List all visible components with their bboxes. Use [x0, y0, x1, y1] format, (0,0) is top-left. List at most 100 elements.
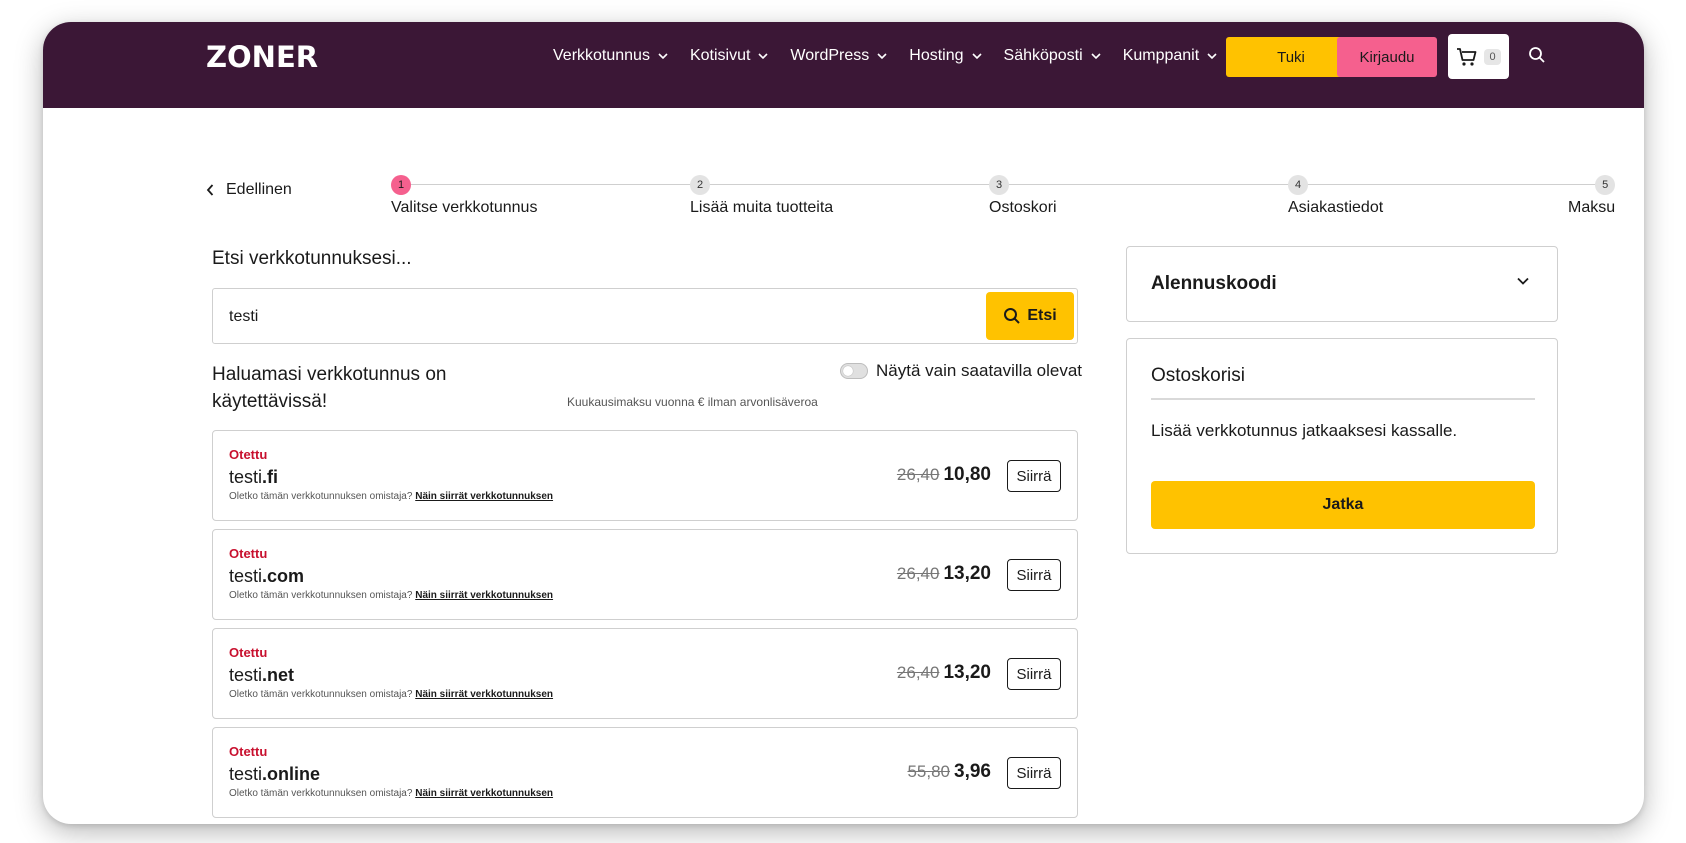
transfer-help-link[interactable]: Näin siirrät verkkotunnuksen — [415, 590, 553, 601]
main-nav: Verkkotunnus Kotisivut WordPress Hosting… — [553, 22, 1239, 90]
owner-note: Oletko tämän verkkotunnuksen omistaja? N… — [229, 590, 553, 601]
search-button-label: Etsi — [1027, 307, 1057, 324]
nav-item-kumppanit[interactable]: Kumppanit — [1123, 47, 1218, 65]
nav-item-wordpress[interactable]: WordPress — [790, 47, 887, 65]
nav-item-sahkoposti[interactable]: Sähköposti — [1004, 47, 1101, 65]
cart-button[interactable]: 0 — [1448, 34, 1509, 79]
price-block: 26,40 10,80 — [897, 464, 991, 486]
shopping-cart-card: Ostoskorisi Lisää verkkotunnus jatkaakse… — [1126, 338, 1558, 554]
nav-item-label: Verkkotunnus — [553, 47, 650, 64]
browser-window: ZONER Verkkotunnus Kotisivut WordPress H… — [43, 22, 1644, 824]
price-note: Kuukausimaksu vuonna € ilman arvonlisäve… — [567, 395, 818, 409]
availability-title: Haluamasi verkkotunnus on käytettävissä! — [212, 364, 447, 412]
available-only-toggle[interactable] — [840, 363, 868, 379]
domain-base: testi — [229, 566, 263, 586]
step-number: 4 — [1288, 175, 1308, 195]
chevron-down-icon — [1091, 52, 1101, 59]
step-number: 5 — [1595, 175, 1616, 195]
nav-item-label: Sähköposti — [1003, 47, 1083, 64]
transfer-help-link[interactable]: Näin siirrät verkkotunnuksen — [415, 788, 553, 799]
step-label: Asiakastiedot — [1288, 199, 1384, 216]
nav-item-label: Kumppanit — [1122, 47, 1200, 64]
current-price: 13,20 — [943, 563, 991, 584]
cart-count-badge: 0 — [1484, 48, 1501, 65]
search-icon — [1004, 308, 1021, 324]
transfer-button[interactable]: Siirrä — [1007, 460, 1061, 492]
domain-row: Otettu testi.fi Oletko tämän verkkotunnu… — [212, 430, 1078, 521]
owner-question: Oletko tämän verkkotunnuksen omistaja? — [229, 491, 413, 502]
chevron-down-icon — [1207, 52, 1217, 59]
step-3: 3 Ostoskori — [989, 175, 1057, 217]
shopping-cart-icon — [1457, 47, 1477, 66]
domain-row: Otettu testi.online Oletko tämän verkkot… — [212, 727, 1078, 818]
price-block: 55,80 3,96 — [907, 761, 991, 783]
status-label: Otettu — [229, 546, 268, 561]
domain-tld: .com — [262, 566, 305, 586]
chevron-down-icon — [971, 52, 982, 59]
status-label: Otettu — [229, 744, 268, 759]
cart-empty-message: Lisää verkkotunnus jatkaaksesi kassalle. — [1151, 421, 1458, 440]
current-price: 10,80 — [943, 464, 991, 485]
search-button[interactable]: Etsi — [986, 292, 1074, 340]
back-link[interactable]: Edellinen — [206, 181, 292, 199]
zoner-logo[interactable]: ZONER — [206, 40, 318, 74]
chevron-down-icon — [1517, 277, 1529, 285]
checkout-stepper: Edellinen 1 Valitse verkkotunnus 2 Lisää… — [206, 175, 1616, 235]
cart-divider — [1151, 398, 1535, 400]
status-label: Otettu — [229, 447, 268, 462]
old-price: 26,40 — [896, 564, 940, 583]
old-price: 55,80 — [907, 762, 951, 781]
owner-note: Oletko tämän verkkotunnuksen omistaja? N… — [229, 491, 553, 502]
transfer-button[interactable]: Siirrä — [1007, 559, 1061, 591]
owner-question: Oletko tämän verkkotunnuksen omistaja? — [229, 788, 413, 799]
domain-tld: .online — [262, 764, 321, 784]
step-label: Ostoskori — [989, 199, 1057, 216]
search-icon[interactable] — [1528, 46, 1546, 64]
step-5: 5 Maksu — [1568, 175, 1616, 217]
site-header: ZONER Verkkotunnus Kotisivut WordPress H… — [43, 22, 1644, 108]
domain-tld: .net — [262, 665, 295, 685]
domain-search-input[interactable] — [229, 302, 929, 332]
step-4: 4 Asiakastiedot — [1288, 175, 1383, 217]
chevron-down-icon — [877, 52, 887, 59]
domain-row: Otettu testi.net Oletko tämän verkkotunn… — [212, 628, 1078, 719]
nav-item-verkkotunnus[interactable]: Verkkotunnus — [553, 47, 668, 65]
toggle-label: Näytä vain saatavilla olevat — [876, 361, 1083, 380]
owner-note: Oletko tämän verkkotunnuksen omistaja? N… — [229, 689, 553, 700]
domain-name: testi.online — [229, 764, 320, 785]
domain-name: testi.com — [229, 566, 304, 587]
step-label: Valitse verkkotunnus — [391, 199, 538, 216]
domain-row: Otettu testi.com Oletko tämän verkkotunn… — [212, 529, 1078, 620]
owner-note: Oletko tämän verkkotunnuksen omistaja? N… — [229, 788, 553, 799]
back-label: Edellinen — [226, 181, 292, 198]
nav-item-hosting[interactable]: Hosting — [909, 47, 982, 65]
transfer-help-link[interactable]: Näin siirrät verkkotunnuksen — [415, 689, 553, 700]
domain-search-box: Etsi — [212, 288, 1078, 344]
nav-item-label: Hosting — [909, 47, 964, 64]
available-only-toggle-row[interactable]: Näytä vain saatavilla olevat — [840, 361, 1082, 381]
step-number: 3 — [989, 175, 1009, 195]
domain-base: testi — [229, 467, 263, 487]
continue-button[interactable]: Jatka — [1151, 481, 1535, 529]
transfer-help-link[interactable]: Näin siirrät verkkotunnuksen — [415, 491, 553, 502]
domain-base: testi — [229, 665, 263, 685]
nav-item-kotisivut[interactable]: Kotisivut — [690, 47, 768, 65]
transfer-button[interactable]: Siirrä — [1007, 658, 1061, 690]
login-button[interactable]: Kirjaudu — [1337, 37, 1437, 77]
domain-name: testi.net — [229, 665, 294, 686]
current-price: 3,96 — [954, 761, 991, 782]
cart-title: Ostoskorisi — [1151, 365, 1245, 386]
domain-tld: .fi — [262, 467, 279, 487]
price-block: 26,40 13,20 — [897, 563, 991, 585]
step-number: 1 — [391, 175, 411, 195]
domain-base: testi — [229, 764, 263, 784]
step-label: Lisää muita tuotteita — [690, 199, 834, 216]
discount-code-title: Alennuskoodi — [1151, 273, 1277, 294]
transfer-button[interactable]: Siirrä — [1007, 757, 1061, 789]
discount-code-card[interactable]: Alennuskoodi — [1126, 246, 1558, 322]
search-title: Etsi verkkotunnuksesi... — [212, 248, 412, 269]
step-2: 2 Lisää muita tuotteita — [690, 175, 833, 217]
domain-name: testi.fi — [229, 467, 278, 488]
status-label: Otettu — [229, 645, 268, 660]
owner-question: Oletko tämän verkkotunnuksen omistaja? — [229, 689, 413, 700]
